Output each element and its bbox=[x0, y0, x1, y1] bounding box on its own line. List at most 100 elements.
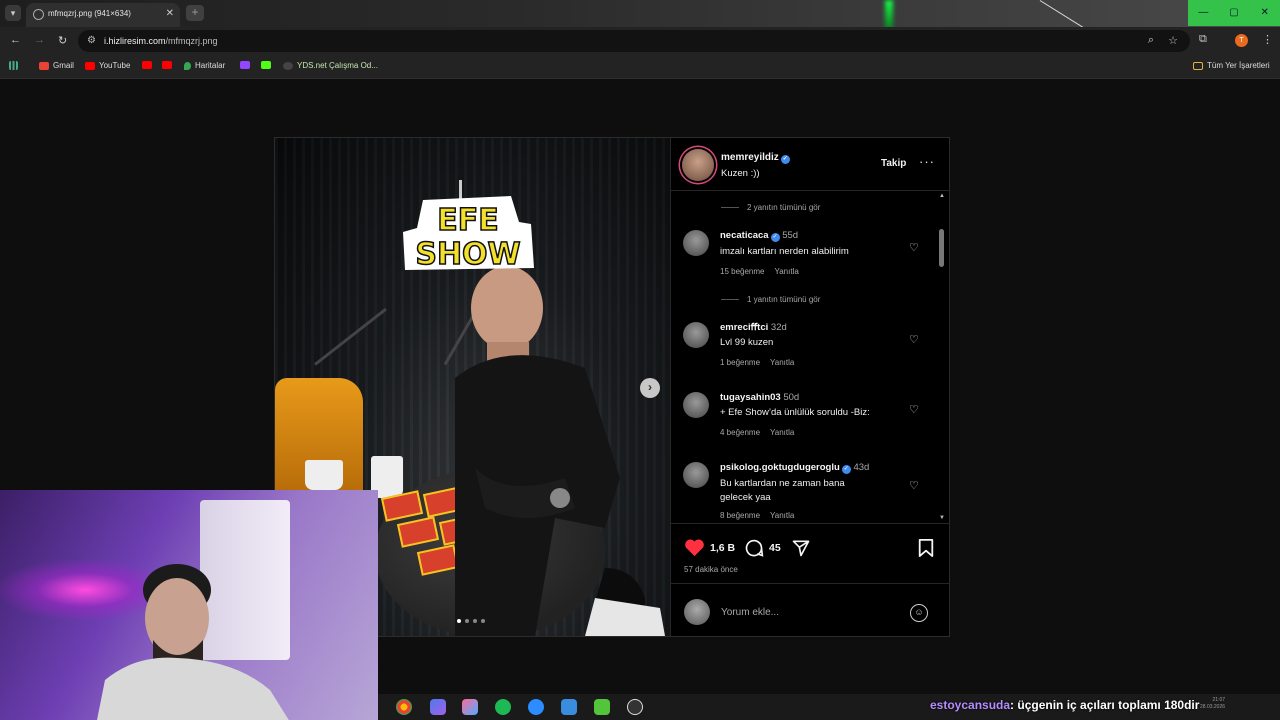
tab-search-button[interactable]: ▾ bbox=[5, 5, 21, 21]
app-icon[interactable] bbox=[430, 699, 446, 715]
webcam-overlay bbox=[0, 490, 378, 720]
active-tab[interactable]: mfmqzrj.png (941×634) ✕ bbox=[26, 3, 180, 27]
reload-icon[interactable]: ↻ bbox=[58, 34, 67, 47]
emoji-icon[interactable]: ☺ bbox=[910, 604, 928, 622]
author-username[interactable]: memreyildiz bbox=[721, 152, 779, 163]
reply-link[interactable]: Yanıtla bbox=[770, 428, 794, 437]
bookmark-youtube[interactable]: YouTube bbox=[85, 61, 130, 70]
zoom-app-icon[interactable] bbox=[528, 699, 544, 715]
comment-action: 45 bbox=[744, 538, 781, 558]
carousel-dot bbox=[473, 619, 477, 623]
streamer bbox=[97, 564, 289, 720]
bookmark-kick[interactable] bbox=[261, 61, 271, 69]
efe-show-logo: EFE SHOW bbox=[403, 180, 534, 272]
more-options-icon[interactable]: ··· bbox=[919, 154, 935, 169]
zoom-icon[interactable]: ⌕ bbox=[1148, 34, 1154, 47]
heart-outline-icon[interactable]: ♡ bbox=[909, 403, 919, 416]
commenter-avatar[interactable] bbox=[683, 392, 709, 418]
post-timestamp: 57 dakika önce bbox=[684, 565, 738, 574]
comment-time: 32d bbox=[770, 322, 787, 333]
app-icon[interactable] bbox=[594, 699, 610, 715]
scroll-down-arrow-icon[interactable]: ▼ bbox=[939, 515, 945, 521]
carousel-dot bbox=[481, 619, 485, 623]
post-actions: 1,6 B 45 57 dakika önce bbox=[671, 523, 950, 583]
comment-likes[interactable]: 15 beğenme bbox=[720, 267, 764, 276]
comment-time: 43d bbox=[853, 462, 870, 473]
apps-grid-icon[interactable] bbox=[9, 61, 18, 70]
site-info-icon[interactable]: ⚙ bbox=[87, 35, 96, 46]
heart-outline-icon[interactable]: ♡ bbox=[909, 333, 919, 346]
commenter-username[interactable]: psikolog.goktugdugeroglu bbox=[720, 462, 840, 473]
scroll-up-arrow-icon[interactable]: ▲ bbox=[939, 193, 945, 199]
comment-count: 45 bbox=[769, 542, 781, 554]
forward-arrow-icon[interactable]: → bbox=[34, 34, 45, 46]
view-replies-link[interactable]: 1 yanıtın tümünü gör bbox=[721, 295, 820, 304]
youtube-icon bbox=[142, 61, 152, 69]
back-arrow-icon[interactable]: ← bbox=[10, 34, 21, 46]
comment-text: Lvl 99 kuzen bbox=[720, 337, 774, 348]
comment-text: imzalı kartları nerden alabilirim bbox=[720, 246, 849, 257]
heart-outline-icon[interactable]: ♡ bbox=[909, 241, 919, 254]
commenter-username[interactable]: tugaysahin03 bbox=[720, 392, 781, 403]
extensions-icon[interactable]: ⧉ bbox=[1199, 33, 1207, 46]
my-avatar bbox=[684, 599, 710, 625]
bookmark-youtube-3[interactable] bbox=[162, 61, 172, 69]
obs-icon[interactable] bbox=[627, 699, 643, 715]
like-action: 1,6 B bbox=[684, 538, 735, 557]
spotify-icon[interactable] bbox=[495, 699, 511, 715]
author-avatar[interactable] bbox=[682, 149, 714, 181]
chrome-icon[interactable] bbox=[396, 699, 412, 715]
svg-text:SHOW: SHOW bbox=[415, 237, 520, 272]
post-sidebar: memreyildiz ✓ Kuzen :)) Takip ··· 2 yanıt… bbox=[670, 138, 950, 636]
bookmark-yds[interactable]: YDS.net Çalışma Od... bbox=[283, 61, 378, 70]
reply-link[interactable]: Yanıtla bbox=[774, 267, 798, 276]
address-bar[interactable]: ⚙ i.hizliresim.com/mfmqzrj.png ⌕ ☆ bbox=[78, 30, 1190, 52]
tab-strip: ▾ mfmqzrj.png (941×634) ✕ + — ▢ ✕ bbox=[0, 0, 1280, 39]
carousel-next-button[interactable]: › bbox=[640, 378, 660, 398]
bookmarks-bar: Gmail YouTube Haritalar YDS.net Çalışma … bbox=[0, 55, 1280, 79]
scrollbar-thumb[interactable] bbox=[939, 229, 944, 267]
reply-link[interactable]: Yanıtla bbox=[770, 358, 794, 367]
new-tab-button[interactable]: + bbox=[186, 5, 204, 21]
comment-likes[interactable]: 1 beğenme bbox=[720, 358, 760, 367]
youtube-icon bbox=[162, 61, 172, 69]
bookmark-maps[interactable]: Haritalar bbox=[184, 61, 225, 70]
commenter-avatar[interactable] bbox=[683, 230, 709, 256]
maximize-icon[interactable]: ▢ bbox=[1219, 0, 1250, 26]
comment-likes[interactable]: 4 beğenme bbox=[720, 428, 760, 437]
share-send-icon[interactable] bbox=[791, 538, 811, 558]
like-count[interactable]: 1,6 B bbox=[710, 542, 735, 554]
follow-button[interactable]: Takip bbox=[881, 158, 906, 169]
heart-filled-icon[interactable] bbox=[684, 538, 705, 557]
bookmark-twitch[interactable] bbox=[240, 61, 250, 69]
app-icon[interactable] bbox=[561, 699, 577, 715]
figma-icon[interactable] bbox=[462, 699, 478, 715]
commenter-username[interactable]: necaticaca bbox=[720, 230, 769, 241]
comment-time: 50d bbox=[783, 392, 800, 403]
profile-avatar[interactable]: T bbox=[1235, 34, 1248, 47]
browser-menu-icon[interactable]: ⋮ bbox=[1262, 33, 1273, 46]
bookmark-star-icon[interactable]: ☆ bbox=[1168, 34, 1178, 47]
tab-title: mfmqzrj.png (941×634) bbox=[48, 9, 131, 18]
window-controls: — ▢ ✕ bbox=[1188, 0, 1280, 26]
commenter-username[interactable]: emreciﬀtci bbox=[720, 322, 768, 333]
add-comment-input[interactable]: Yorum ekle... bbox=[721, 607, 779, 618]
minimize-icon[interactable]: — bbox=[1188, 0, 1219, 26]
commenter-avatar[interactable] bbox=[683, 462, 709, 488]
view-replies-link[interactable]: 2 yanıtın tümünü gör bbox=[721, 203, 820, 212]
comments-scrollbar[interactable]: ▲ ▼ bbox=[936, 191, 948, 523]
all-bookmarks[interactable]: Tüm Yer İşaretleri bbox=[1193, 61, 1270, 70]
bookmark-gmail[interactable]: Gmail bbox=[39, 61, 74, 70]
heart-outline-icon[interactable]: ♡ bbox=[909, 479, 919, 492]
carousel-dots bbox=[457, 619, 485, 623]
post-caption: Kuzen :)) bbox=[721, 168, 760, 179]
commenter-avatar[interactable] bbox=[683, 322, 709, 348]
comment-text: + Efe Show’da ünlülük soruldu -Biz: bbox=[720, 407, 870, 418]
comment-bubble-icon[interactable] bbox=[744, 538, 764, 558]
reply-link[interactable]: Yanıtla bbox=[770, 511, 794, 520]
close-window-icon[interactable]: ✕ bbox=[1249, 0, 1280, 26]
bookmark-save-icon[interactable] bbox=[917, 538, 935, 558]
comment-likes[interactable]: 8 beğenme bbox=[720, 511, 760, 520]
close-tab-icon[interactable]: ✕ bbox=[166, 8, 174, 19]
bookmark-youtube-2[interactable] bbox=[142, 61, 152, 69]
